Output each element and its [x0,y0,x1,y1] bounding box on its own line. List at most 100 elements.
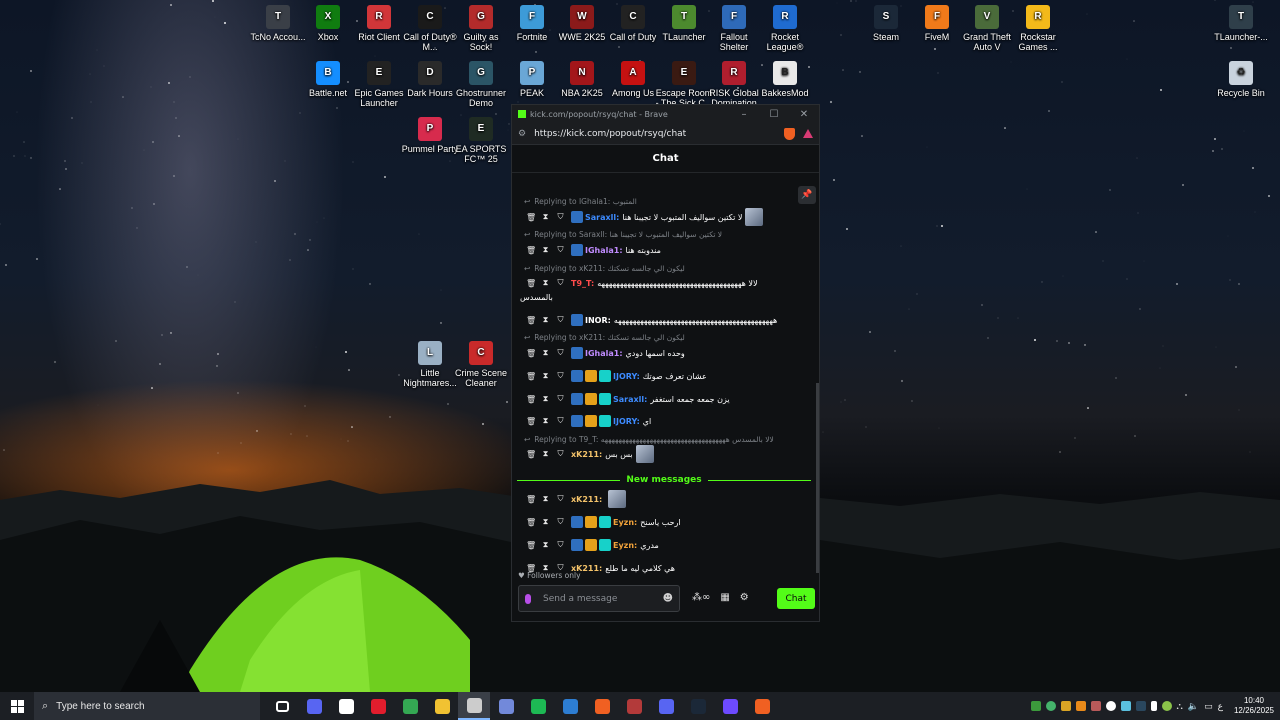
desktop-icon[interactable]: A Among Us [604,61,662,98]
delete-icon[interactable]: 🗑 [526,213,536,222]
delete-icon[interactable]: 🗑 [526,450,536,459]
battery-icon[interactable]: ▭ [1204,701,1213,712]
username[interactable]: Saraxll: [613,395,647,404]
delete-icon[interactable]: 🗑 [526,372,536,381]
brave-rewards-icon[interactable] [803,129,813,138]
chat-message[interactable]: 🗑 ⧗ ⛉ IJORY: اي [526,414,651,428]
chat-message[interactable]: 🗑 ⧗ ⛉ IGhala1: وحده اسمها دودي [526,346,685,360]
chat-message[interactable]: 🗑 ⧗ ⛉ Saraxll: لا تكتين سواليف المتبوب لا تج… [526,208,764,226]
username[interactable]: IJORY: [613,372,640,381]
maximize-button[interactable]: ☐ [759,109,789,120]
search-placeholder[interactable]: Type here to search [56,701,144,712]
username[interactable]: Eyzn: [613,541,637,550]
tray-app-icon[interactable] [1090,701,1101,711]
timeout-icon[interactable]: ⧗ [541,371,550,381]
timeout-icon[interactable]: ⧗ [541,212,550,222]
desktop-icon[interactable]: ♻ Recycle Bin [1212,61,1270,98]
delete-icon[interactable]: 🗑 [526,395,536,404]
username[interactable]: xK211: [571,495,602,504]
desktop-icon[interactable]: T TLauncher-... [1212,5,1270,42]
desktop-icon[interactable]: X Xbox [299,5,357,42]
taskbar-app-button[interactable] [650,692,682,720]
desktop-icon[interactable]: W WWE 2K25 [553,5,611,42]
desktop-icon[interactable]: C Call of Duty® M... [401,5,459,52]
taskbar-app-button[interactable] [266,692,298,720]
taskbar-app-button[interactable] [522,692,554,720]
store-icon[interactable]: ▦ [720,592,729,603]
timeout-icon[interactable]: ⧗ [541,278,550,288]
brave-shields-icon[interactable] [784,127,795,140]
reply-context[interactable]: ↩ Replying to xK211: ليكون الي جالسه تسكت… [524,261,685,275]
taskbar-app-button[interactable] [394,692,426,720]
delete-icon[interactable]: 🗑 [526,518,536,527]
volume-icon[interactable]: 🔈 [1188,701,1199,712]
tray-app-icon[interactable] [1105,701,1116,711]
chat-input[interactable]: Send a message ☻ [518,585,680,612]
username[interactable]: INOR: [585,316,611,325]
taskbar-search[interactable]: ⌕ Type here to search [34,692,260,720]
address-bar[interactable]: ⚙ https://kick.com/popout/rsyq/chat [512,123,819,145]
username[interactable]: IGhala1: [585,246,623,255]
close-button[interactable]: ✕ [789,109,819,120]
username[interactable]: T9_T: [571,279,594,288]
desktop-icon[interactable]: R Rockstar Games ... [1009,5,1067,52]
desktop-icon[interactable]: P Pummel Party [401,117,459,154]
reply-context[interactable]: ↩ Replying to IGhala1: المتبوب [524,194,637,208]
emoji-icon[interactable]: ☻ [663,593,673,604]
tray-app-icon[interactable] [1060,701,1071,711]
chat-message[interactable]: 🗑 ⧗ ⛉ Eyzn: ارحب ياسنح [526,515,681,529]
ban-shield-icon[interactable]: ⛉ [556,315,565,325]
desktop-icon[interactable]: D Dark Hours [401,61,459,98]
tray-app-icon[interactable] [1120,701,1131,711]
chat-message[interactable]: 🗑 ⧗ ⛉ INOR: هههههههههههههههههههههههههههههههه… [526,313,777,327]
ban-shield-icon[interactable]: ⛉ [556,245,565,255]
clock[interactable]: 10:40 12/26/2025 [1234,696,1274,716]
ban-shield-icon[interactable]: ⛉ [556,540,565,550]
username[interactable]: Saraxll: [585,213,619,222]
username[interactable]: IJORY: [613,417,640,426]
timeout-icon[interactable]: ⧗ [541,245,550,255]
timeout-icon[interactable]: ⧗ [541,315,550,325]
ban-shield-icon[interactable]: ⛉ [556,212,565,222]
chat-message[interactable]: 🗑 ⧗ ⛉ Saraxll: يزن جمعه جمعه استغفر [526,392,730,406]
taskbar-app-button[interactable] [746,692,778,720]
desktop-icon[interactable]: R RISK Global Domination [705,61,763,108]
timeout-icon[interactable]: ⧗ [541,540,550,550]
reply-context[interactable]: ↩ Replying to T9_T: لالا بالمسدس هههههههه… [524,432,774,446]
timeout-icon[interactable]: ⧗ [541,517,550,527]
timeout-icon[interactable]: ⧗ [541,348,550,358]
chat-message[interactable]: 🗑 ⧗ ⛉ xK211: بس بس [526,445,654,463]
ban-shield-icon[interactable]: ⛉ [556,348,565,358]
desktop-icon[interactable]: G Guilty as Sock! [452,5,510,52]
desktop-icon[interactable]: C Call of Duty [604,5,662,42]
microphone-icon[interactable] [525,593,531,604]
send-chat-button[interactable]: Chat [777,588,815,609]
ban-shield-icon[interactable]: ⛉ [556,371,565,381]
points-icon[interactable]: ⁂∞ [692,592,710,603]
network-icon[interactable]: ⛬ [1177,701,1183,712]
desktop-icon[interactable]: S Steam [857,5,915,42]
chat-scrollbar[interactable] [816,383,819,573]
username[interactable]: Eyzn: [613,518,637,527]
chat-message[interactable]: 🗑 ⧗ ⛉ xK211: [526,490,627,508]
timeout-icon[interactable]: ⧗ [541,394,550,404]
taskbar-app-button[interactable] [362,692,394,720]
desktop-icon[interactable]: V Grand Theft Auto V [958,5,1016,52]
ban-shield-icon[interactable]: ⛉ [556,394,565,404]
taskbar-app-button[interactable] [618,692,650,720]
timeout-icon[interactable]: ⧗ [541,449,550,459]
microphone-tray-icon[interactable] [1150,701,1157,711]
delete-icon[interactable]: 🗑 [526,279,536,288]
chat-message[interactable]: 🗑 ⧗ ⛉ IGhala1: مندوبته هنا [526,243,661,257]
delete-icon[interactable]: 🗑 [526,541,536,550]
desktop-icon[interactable]: R Riot Client [350,5,408,42]
chat-message[interactable]: 🗑 ⧗ ⛉ Eyzn: مدري [526,538,659,552]
delete-icon[interactable]: 🗑 [526,349,536,358]
ban-shield-icon[interactable]: ⛉ [556,449,565,459]
username[interactable]: IGhala1: [585,349,623,358]
chat-messages[interactable]: 📌 New messages ↩ Replying to IGhala1: الم… [512,173,819,575]
taskbar-app-button[interactable] [426,692,458,720]
desktop-icon[interactable]: C Crime Scene Cleaner [452,341,510,388]
minimize-button[interactable]: – [729,109,759,120]
steam-tray-icon[interactable] [1135,701,1146,711]
